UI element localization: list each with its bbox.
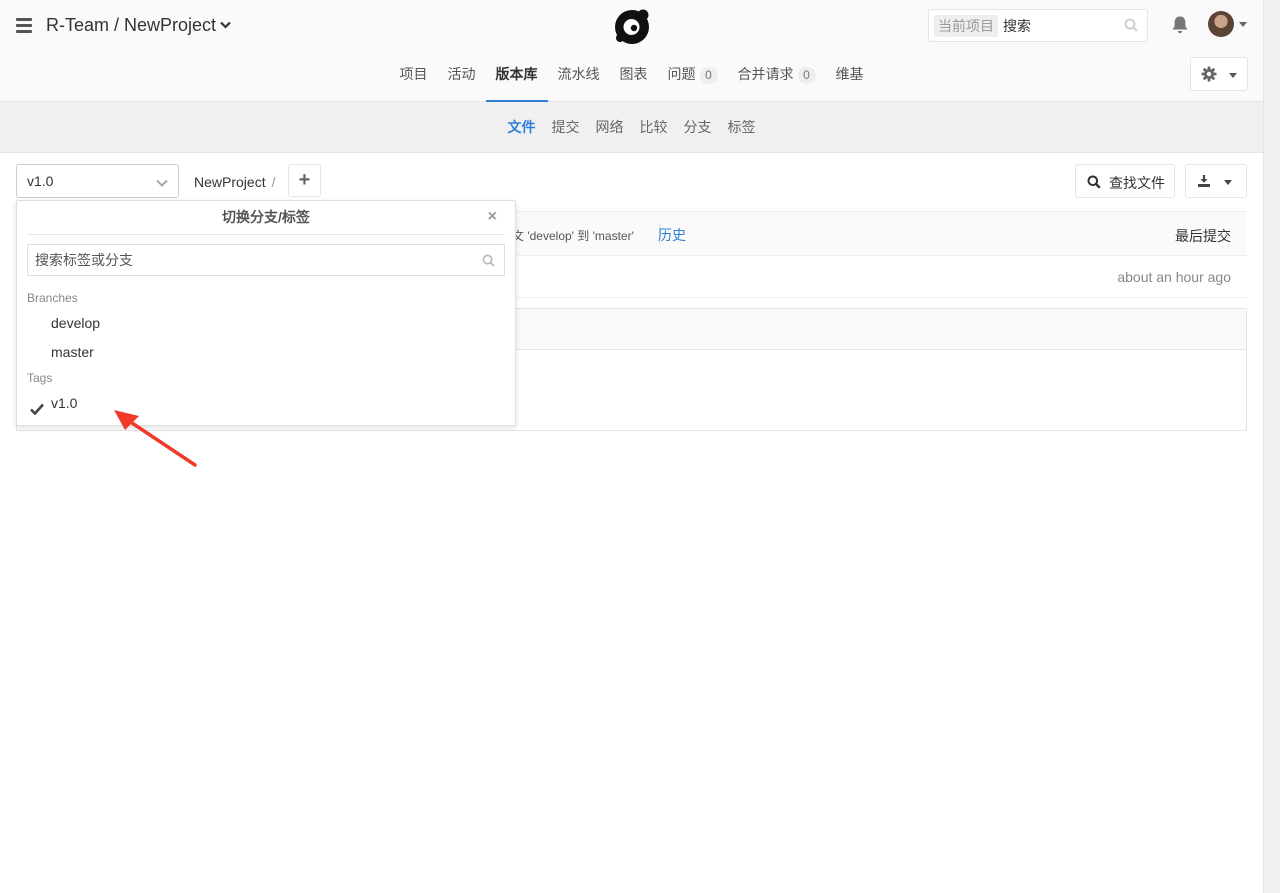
add-file-button[interactable]: + [288,164,321,197]
ref-search-input[interactable] [35,250,465,270]
history-link[interactable]: 历史 [658,225,686,245]
ref-search-field[interactable] [27,244,505,276]
settings-dropdown-button[interactable] [1190,57,1248,91]
annotation-arrow-icon [112,406,198,471]
subtab-commits[interactable]: 提交 [544,102,588,153]
subtab-compare[interactable]: 比较 [632,102,676,153]
branch-item-develop[interactable]: develop [27,310,505,336]
page-scrollbar[interactable] [1263,0,1280,893]
ref-switcher-dropdown: 切换分支/标签 × Branches develop master Tags v… [16,200,516,426]
chevron-down-icon [156,175,168,191]
tab-project[interactable]: 项目 [390,52,438,102]
tab-repository[interactable]: 版本库 [485,52,548,102]
tab-wiki[interactable]: 维基 [826,52,874,102]
ref-switcher[interactable]: v1.0 [16,164,179,198]
notification-bell-icon[interactable] [1171,15,1189,38]
breadcrumb-root[interactable]: NewProject [194,174,266,190]
global-search[interactable]: 当前项目 [928,9,1148,42]
chevron-down-icon [220,18,231,32]
breadcrumb-separator: / [271,174,276,190]
tag-name: v1.0 [51,395,78,411]
find-file-label: 查找文件 [1109,175,1165,191]
tag-item-v1-0[interactable]: v1.0 [27,390,505,416]
caret-down-icon[interactable] [1239,22,1247,27]
search-icon [1087,175,1101,192]
commit-message[interactable]: 文 'develop' 到 'master' [512,227,634,244]
gear-icon [1201,66,1217,85]
find-file-button[interactable]: 查找文件 [1075,164,1175,198]
logo-icon[interactable] [613,7,651,45]
commit-time: about an hour ago [1117,269,1231,285]
dropdown-title: 切换分支/标签 [222,209,310,225]
subtab-network[interactable]: 网络 [588,102,632,153]
tab-activity[interactable]: 活动 [438,52,486,102]
ref-switcher-value: v1.0 [27,173,54,189]
tab-pipelines[interactable]: 流水线 [548,52,610,102]
branches-header: Branches [27,291,78,305]
caret-down-icon [1229,73,1237,78]
tab-issues[interactable]: 问题 0 [658,52,728,102]
branch-item-master[interactable]: master [27,339,505,365]
tags-header: Tags [27,371,53,385]
subtab-tags[interactable]: 标签 [720,102,764,153]
checkmark-icon [30,397,44,423]
search-icon[interactable] [1124,18,1138,35]
download-dropdown-button[interactable] [1185,164,1247,198]
search-scope-badge[interactable]: 当前项目 [934,15,998,37]
last-commit-header: 最后提交 [1175,228,1231,244]
top-header: R-Team / NewProject 当前项目 项目活动版本库流水线图表问题0… [0,0,1263,102]
close-icon[interactable]: × [488,208,497,226]
user-avatar[interactable] [1208,11,1234,37]
subtab-branches[interactable]: 分支 [676,102,720,153]
repository-subnav: 文件 提交 网络 比较 分支 标签 [0,102,1263,153]
search-icon [482,254,495,270]
project-nav: 项目 活动 版本库 流水线 图表 问题 0 合并请求 0 维基 [0,52,1263,102]
tab-merge-requests[interactable]: 合并请求 0 [728,52,826,102]
project-switcher[interactable]: R-Team / NewProject [46,15,231,36]
subtab-files[interactable]: 文件 [500,102,544,153]
tab-graphs[interactable]: 图表 [610,52,658,102]
breadcrumb: NewProject / [194,174,275,190]
project-path: R-Team / NewProject [46,15,217,35]
merge-requests-count-badge: 0 [797,67,816,84]
caret-down-icon [1224,180,1232,185]
hamburger-menu-icon[interactable] [16,18,32,33]
download-icon [1197,174,1211,191]
search-input[interactable] [1003,15,1123,37]
branch-name: develop [51,315,101,331]
issues-count-badge: 0 [699,67,718,84]
branch-name: master [51,344,94,360]
divider [27,234,505,235]
